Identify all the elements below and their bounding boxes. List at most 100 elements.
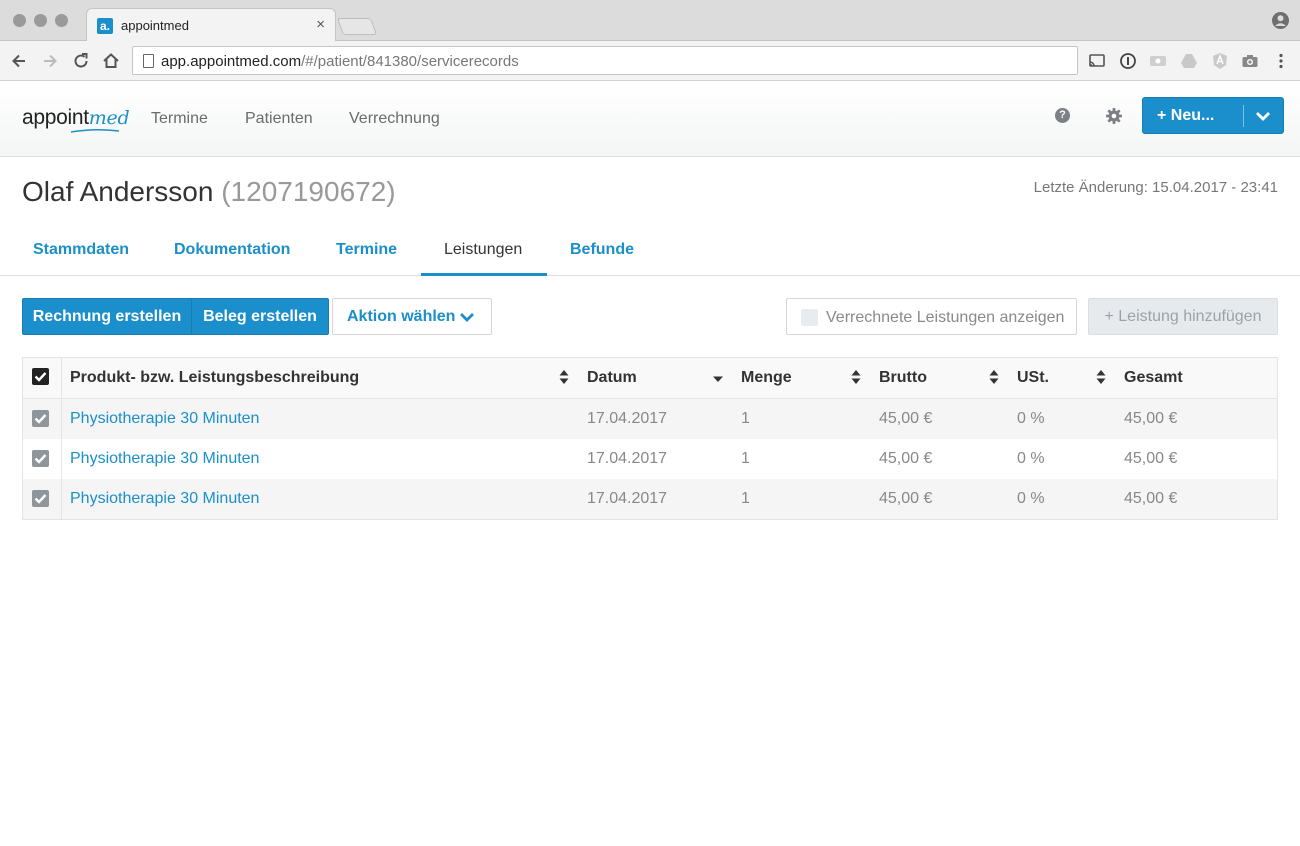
service-total: 45,00 € xyxy=(1124,450,1178,467)
add-service-button[interactable]: + Leistung hinzufügen xyxy=(1088,298,1278,335)
checkmark-icon xyxy=(34,454,47,464)
window-close-dot[interactable] xyxy=(13,14,26,27)
service-quantity: 1 xyxy=(741,410,750,427)
sort-icon[interactable] xyxy=(989,369,999,385)
select-all-checkbox[interactable] xyxy=(32,368,49,385)
tab-stammdaten[interactable]: Stammdaten xyxy=(33,241,129,259)
url-path: /#/patient/841380/servicerecords xyxy=(301,53,519,70)
logo-accent-text: med xyxy=(88,107,130,129)
patient-tabs: Stammdaten Dokumentation Termine Leistun… xyxy=(0,230,1300,276)
nav-termine[interactable]: Termine xyxy=(151,110,208,128)
patient-name: Olaf Andersson xyxy=(22,176,214,207)
sort-icon[interactable] xyxy=(559,369,569,385)
table-row[interactable]: Physiotherapie 30 Minuten 17.04.2017 1 4… xyxy=(23,399,1277,439)
checkmark-icon xyxy=(34,372,47,382)
browser-tabstrip: a. appointmed × xyxy=(0,0,1300,42)
column-header-description[interactable]: Produkt- bzw. Leistungsbeschreibung xyxy=(70,369,359,387)
address-url: app.appointmed.com/#/patient/841380/serv… xyxy=(161,53,519,70)
checkmark-icon xyxy=(34,414,47,424)
row-checkbox[interactable] xyxy=(32,490,49,507)
page-info-icon[interactable] xyxy=(143,54,154,68)
checkbox-column-divider xyxy=(61,358,62,519)
angular-extension-icon[interactable] xyxy=(1211,52,1229,70)
extension-icon[interactable] xyxy=(1149,52,1167,70)
browser-tab[interactable]: a. appointmed × xyxy=(86,8,336,42)
column-header-quantity[interactable]: Menge xyxy=(741,369,792,387)
service-quantity: 1 xyxy=(741,490,750,507)
sort-icon[interactable] xyxy=(851,369,861,385)
service-description-link[interactable]: Physiotherapie 30 Minuten xyxy=(70,450,259,468)
service-vat: 0 % xyxy=(1017,490,1045,507)
window-zoom-dot[interactable] xyxy=(55,14,68,27)
service-gross: 45,00 € xyxy=(879,410,933,427)
service-description-link[interactable]: Physiotherapie 30 Minuten xyxy=(70,490,259,508)
column-header-date[interactable]: Datum xyxy=(587,369,637,387)
table-row[interactable]: Physiotherapie 30 Minuten 17.04.2017 1 4… xyxy=(23,439,1277,479)
new-button[interactable]: + Neu... xyxy=(1142,97,1284,134)
service-gross: 45,00 € xyxy=(879,450,933,467)
service-date: 17.04.2017 xyxy=(587,450,668,467)
page-title: Olaf Andersson (1207190672) xyxy=(22,176,396,208)
service-date: 17.04.2017 xyxy=(587,410,668,427)
checkmark-icon xyxy=(34,494,47,504)
logo-main-text: appoint xyxy=(22,106,89,129)
appointmed-logo[interactable]: appointmed xyxy=(22,106,130,130)
sort-descending-icon[interactable] xyxy=(713,369,723,385)
show-billed-checkbox[interactable] xyxy=(801,309,818,326)
chevron-down-icon xyxy=(460,313,474,322)
new-button-label: + Neu... xyxy=(1157,107,1215,124)
nav-patienten[interactable]: Patienten xyxy=(245,110,313,128)
last-change-info: Letzte Änderung: 15.04.2017 - 23:41 xyxy=(1033,179,1278,196)
password-manager-icon[interactable] xyxy=(1119,52,1137,70)
active-tab-indicator xyxy=(421,273,547,276)
create-receipt-button[interactable]: Beleg erstellen xyxy=(191,298,329,335)
reload-icon[interactable] xyxy=(71,51,91,71)
choose-action-label: Aktion wählen xyxy=(347,308,456,325)
new-tab-button[interactable] xyxy=(336,18,378,35)
home-icon[interactable] xyxy=(101,51,121,71)
service-total: 45,00 € xyxy=(1124,490,1178,507)
chevron-down-icon[interactable] xyxy=(1255,109,1271,123)
row-checkbox[interactable] xyxy=(32,450,49,467)
service-description-link[interactable]: Physiotherapie 30 Minuten xyxy=(70,410,259,428)
window-minimize-dot[interactable] xyxy=(34,14,47,27)
service-total: 45,00 € xyxy=(1124,410,1178,427)
table-row[interactable]: Physiotherapie 30 Minuten 17.04.2017 1 4… xyxy=(23,479,1277,519)
nav-verrechnung[interactable]: Verrechnung xyxy=(349,110,440,128)
menu-dots-icon[interactable] xyxy=(1272,52,1290,70)
help-icon[interactable]: ? xyxy=(1055,108,1070,123)
logo-swoosh-icon xyxy=(70,128,120,133)
gear-icon[interactable] xyxy=(1105,107,1123,125)
sort-icon[interactable] xyxy=(1096,369,1106,385)
show-billed-services-toggle[interactable]: Verrechnete Leistungen anzeigen xyxy=(786,298,1077,335)
forward-arrow-icon[interactable] xyxy=(40,51,60,71)
service-gross: 45,00 € xyxy=(879,490,933,507)
service-vat: 0 % xyxy=(1017,450,1045,467)
service-date: 17.04.2017 xyxy=(587,490,668,507)
row-checkbox[interactable] xyxy=(32,410,49,427)
tab-termine[interactable]: Termine xyxy=(336,241,397,259)
column-header-gross[interactable]: Brutto xyxy=(879,369,927,387)
new-button-divider xyxy=(1243,105,1244,127)
tab-befunde[interactable]: Befunde xyxy=(570,241,634,259)
back-arrow-icon[interactable] xyxy=(9,51,29,71)
tab-dokumentation[interactable]: Dokumentation xyxy=(174,241,290,259)
column-header-vat[interactable]: USt. xyxy=(1017,369,1049,387)
drive-icon[interactable] xyxy=(1180,52,1198,70)
column-header-total[interactable]: Gesamt xyxy=(1124,369,1183,387)
service-records-table: Produkt- bzw. Leistungsbeschreibung Datu… xyxy=(22,357,1278,520)
tab-close-icon[interactable]: × xyxy=(316,16,325,33)
browser-toolbar: app.appointmed.com/#/patient/841380/serv… xyxy=(0,41,1300,81)
browser-tab-title: appointmed xyxy=(121,18,189,33)
service-quantity: 1 xyxy=(741,450,750,467)
cast-icon[interactable] xyxy=(1088,52,1106,70)
create-invoice-button[interactable]: Rechnung erstellen xyxy=(22,298,192,335)
appointmed-favicon-icon: a. xyxy=(97,18,113,34)
address-bar[interactable]: app.appointmed.com/#/patient/841380/serv… xyxy=(132,46,1078,75)
show-billed-label: Verrechnete Leistungen anzeigen xyxy=(826,309,1065,326)
profile-icon[interactable] xyxy=(1272,12,1289,29)
url-host: app.appointmed.com xyxy=(161,53,302,70)
tab-leistungen[interactable]: Leistungen xyxy=(444,241,522,259)
camera-icon[interactable] xyxy=(1241,52,1259,70)
choose-action-dropdown[interactable]: Aktion wählen xyxy=(332,298,492,335)
